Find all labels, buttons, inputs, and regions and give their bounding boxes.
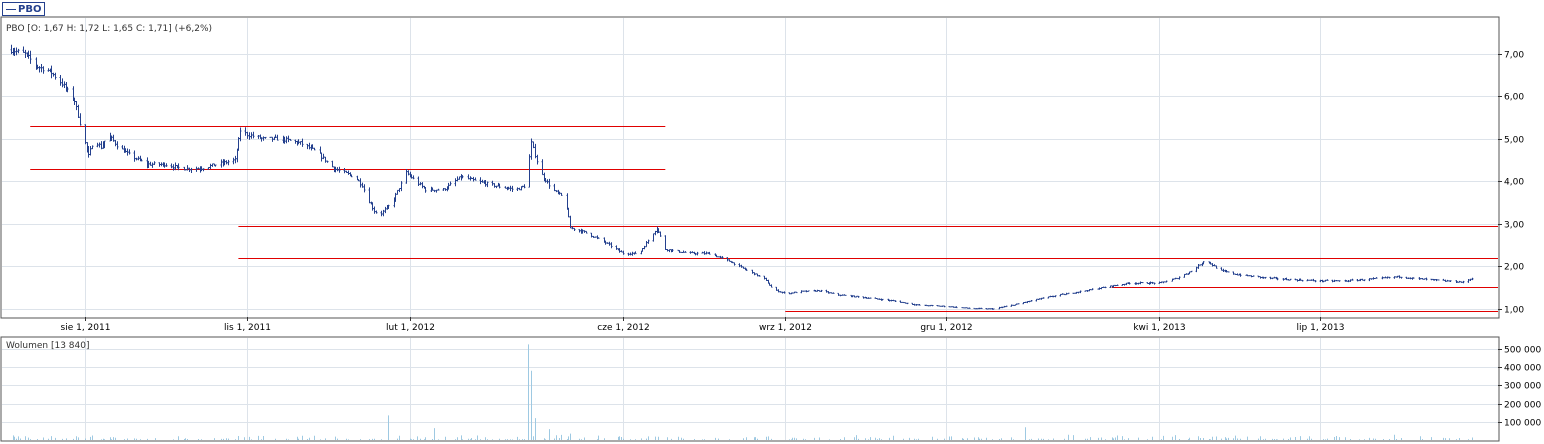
date-tick-label: cze 1, 2012: [597, 323, 649, 333]
date-tick-label: sie 1, 2011: [61, 323, 111, 333]
date-tick-label: kwi 1, 2013: [1133, 323, 1185, 333]
price-gridlines: [2, 18, 1498, 317]
price-panel-frame: [0, 16, 1500, 319]
price-tick-label: 1,00: [1504, 306, 1524, 316]
volume-bars: [13, 344, 1473, 440]
price-tick-label: 4,00: [1504, 178, 1524, 188]
volume-tick-label: 100 000: [1504, 419, 1541, 429]
volume-info: Wolumen [13 840]: [6, 341, 89, 351]
date-tick-label: gru 1, 2012: [920, 323, 972, 333]
price-tick-label: 5,00: [1504, 136, 1524, 146]
price-tick-label: 6,00: [1504, 93, 1524, 103]
price-tick-label: 7,00: [1504, 51, 1524, 61]
volume-tick-label: 300 000: [1504, 382, 1541, 392]
legend[interactable]: PBO: [2, 2, 46, 16]
date-tick-label: lip 1, 2013: [1297, 323, 1345, 333]
stock-chart: PBO [O: 1,67 H: 1,72 L: 1,65 C: 1,71] (+…: [0, 16, 1541, 442]
date-tick-label: wrz 1, 2012: [759, 323, 812, 333]
legend-line-icon: [6, 8, 16, 10]
volume-tick-label: 200 000: [1504, 401, 1541, 411]
volume-tick-label: 500 000: [1504, 346, 1541, 356]
volume-panel-frame: [0, 336, 1500, 442]
volume-background-bars: [13, 434, 1469, 440]
volume-tick-label: 400 000: [1504, 364, 1541, 374]
legend-label: PBO: [18, 3, 42, 15]
price-info: PBO [O: 1,67 H: 1,72 L: 1,65 C: 1,71] (+…: [6, 24, 212, 34]
price-series: [10, 44, 1474, 310]
price-axis: 1,00 2,00 3,00 4,00 5,00 6,00 7,00: [1498, 51, 1524, 316]
price-tick-label: 2,00: [1504, 263, 1524, 273]
date-tick-label: lis 1, 2011: [224, 323, 271, 333]
date-axis: sie 1, 2011 lis 1, 2011 lut 1, 2012 cze 1, …: [61, 317, 1345, 333]
price-tick-label: 3,00: [1504, 221, 1524, 231]
date-tick-label: lut 1, 2012: [386, 323, 435, 333]
volume-axis: 100 000 200 000 300 000 400 000 500 000: [1498, 346, 1541, 429]
volume-gridlines: [2, 338, 1498, 440]
support-resistance-lines: [30, 126, 1498, 312]
price-bars: [10, 44, 1474, 310]
